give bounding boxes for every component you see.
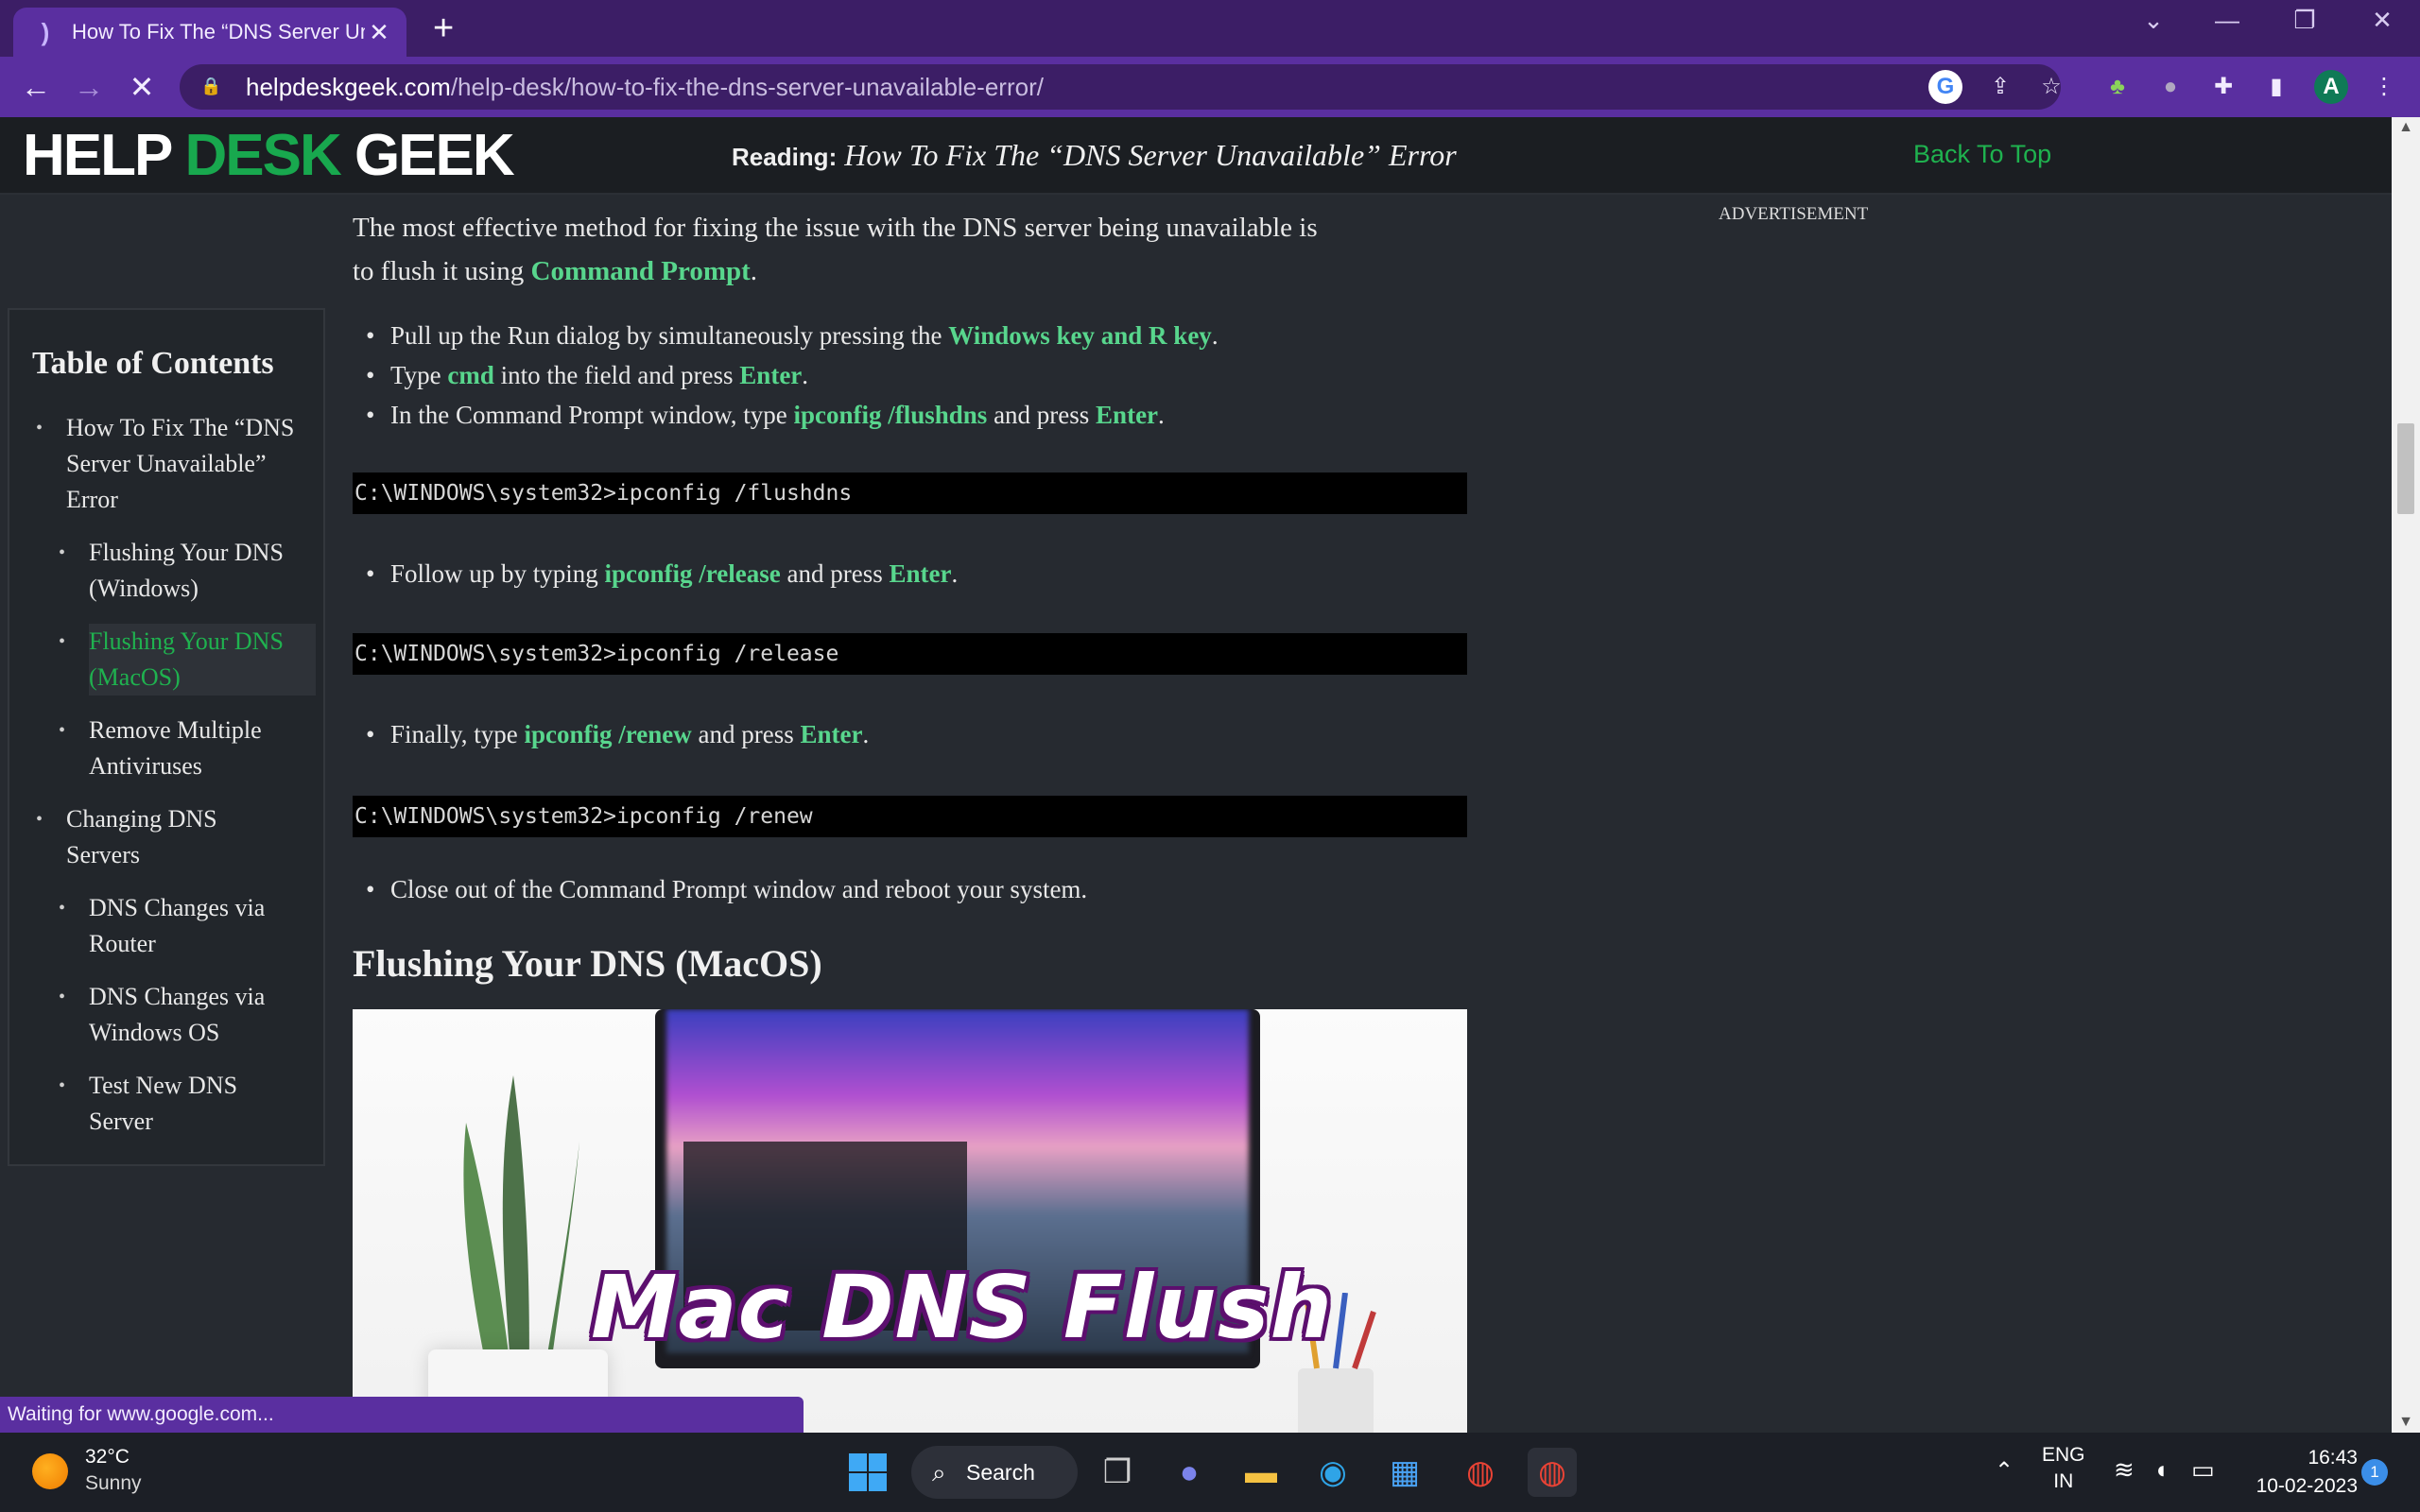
- battery-icon[interactable]: ▭: [2191, 1455, 2215, 1485]
- url-domain: helpdeskgeek.com: [246, 72, 451, 101]
- table-of-contents: Table of Contents • How To Fix The “DNS S…: [8, 308, 325, 1166]
- code-renew: C:\WINDOWS\system32>ipconfig /renew: [353, 796, 1467, 837]
- file-explorer-icon[interactable]: ▬: [1236, 1448, 1286, 1497]
- menu-kebab-icon[interactable]: ⋮: [2367, 70, 2401, 104]
- reading-label: Reading:: [732, 143, 838, 171]
- site-logo[interactable]: HELP DESK GEEK: [23, 125, 515, 187]
- taskbar: 32°C Sunny ⌕ Search ❐ ● ▬ ◉ ▦ ◍ ◍ ⌃ ENG IN…: [0, 1433, 2420, 1512]
- chrome-icon[interactable]: ◍: [1456, 1448, 1505, 1497]
- extensions-puzzle-icon[interactable]: ✚: [2206, 70, 2240, 104]
- site-header: HELP DESK GEEK Reading: How To Fix The “D…: [0, 117, 2392, 195]
- url-text[interactable]: helpdeskgeek.com/help-desk/how-to-fix-th…: [246, 73, 1044, 102]
- toc-item-dns-windows-os[interactable]: • DNS Changes via Windows OS: [59, 979, 316, 1051]
- minimize-button[interactable]: —: [2199, 6, 2256, 35]
- search-icon: ⌕: [932, 1458, 946, 1486]
- step-renew: Finally, type ipconfig /renew and press …: [366, 714, 1449, 754]
- toc-item-flush-windows[interactable]: • Flushing Your DNS (Windows): [59, 535, 316, 607]
- screen: ) How To Fix The “DNS Server Unav ✕ + ⌄ …: [0, 0, 2420, 1512]
- taskbar-search[interactable]: ⌕ Search: [911, 1446, 1078, 1499]
- new-tab-button[interactable]: +: [433, 9, 454, 47]
- toc-item-test-dns[interactable]: • Test New DNS Server: [59, 1068, 316, 1140]
- step-type-cmd: Type cmd into the field and press Enter.: [366, 355, 1449, 395]
- share-icon[interactable]: ⇪: [1983, 70, 2017, 104]
- tab-search-icon[interactable]: ⌄: [2125, 6, 2182, 35]
- address-bar[interactable]: 🔒 helpdeskgeek.com/help-desk/how-to-fix-…: [180, 64, 2061, 110]
- scroll-thumb[interactable]: [2397, 423, 2414, 514]
- wifi-icon[interactable]: ≋: [2114, 1455, 2135, 1485]
- profile-avatar[interactable]: A: [2314, 70, 2348, 104]
- url-path: /help-desk/how-to-fix-the-dns-server-una…: [450, 72, 1044, 101]
- code-flushdns: C:\WINDOWS\system32>ipconfig /flushdns: [353, 472, 1467, 514]
- reading-indicator: Reading: How To Fix The “DNS Server Unava…: [732, 138, 1457, 173]
- task-view-icon[interactable]: ❐: [1093, 1448, 1142, 1497]
- volume-icon[interactable]: ◖: [2153, 1455, 2169, 1485]
- page-content: Table of Contents • How To Fix The “DNS S…: [0, 195, 2392, 1433]
- reading-title: How To Fix The “DNS Server Unavailable” …: [844, 138, 1457, 172]
- section-heading: Flushing Your DNS (MacOS): [353, 942, 822, 985]
- close-window-button[interactable]: ✕: [2354, 6, 2411, 35]
- status-bubble: Waiting for www.google.com...: [0, 1397, 804, 1433]
- close-tab-icon[interactable]: ✕: [365, 18, 393, 47]
- start-button[interactable]: [843, 1448, 892, 1497]
- loading-icon: ): [41, 18, 50, 46]
- language-indicator[interactable]: ENG IN: [2042, 1442, 2085, 1495]
- tab-strip: ) How To Fix The “DNS Server Unav ✕ + ⌄ …: [0, 0, 2420, 57]
- tab-active[interactable]: ) How To Fix The “DNS Server Unav ✕: [13, 8, 406, 57]
- browser-toolbar: ← → ✕ 🔒 helpdeskgeek.com/help-desk/how-t…: [0, 57, 2420, 117]
- step-flushdns: In the Command Prompt window, type ipcon…: [366, 395, 1449, 435]
- microsoft-store-icon[interactable]: ▦: [1380, 1448, 1429, 1497]
- tab-title: How To Fix The “DNS Server Unav: [72, 20, 365, 43]
- scroll-up-arrow-icon[interactable]: ▲: [2392, 119, 2420, 136]
- back-to-top-link[interactable]: Back To Top: [1913, 140, 2051, 169]
- intro-paragraph: The most effective method for fixing the…: [353, 213, 1318, 286]
- toc-item-changing-dns[interactable]: • Changing DNS Servers: [36, 801, 312, 873]
- lock-icon[interactable]: 🔒: [200, 77, 221, 97]
- step-reboot: Close out of the Command Prompt window a…: [366, 869, 1449, 909]
- toc-title: Table of Contents: [32, 346, 274, 381]
- step-run-dialog: Pull up the Run dialog by simultaneously…: [366, 316, 1449, 355]
- side-panel-icon[interactable]: ▮: [2259, 70, 2293, 104]
- step-release: Follow up by typing ipconfig /release an…: [366, 554, 1449, 593]
- sun-icon[interactable]: [32, 1453, 68, 1489]
- command-prompt-link[interactable]: Command Prompt: [531, 256, 751, 286]
- advertisement-label: ADVERTISEMENT: [1719, 204, 1869, 224]
- bookmark-star-icon[interactable]: ☆: [2034, 70, 2068, 104]
- extension-tree-icon[interactable]: ♣: [2100, 70, 2135, 104]
- hero-caption: Mac DNS Flush: [591, 1257, 1333, 1358]
- code-release: C:\WINDOWS\system32>ipconfig /release: [353, 633, 1467, 675]
- scroll-down-arrow-icon[interactable]: ▼: [2392, 1414, 2420, 1431]
- mac-dns-flush-image: Mac DNS Flush: [353, 1009, 1467, 1433]
- google-lens-icon[interactable]: G: [1928, 70, 1962, 104]
- stop-loading-button[interactable]: ✕: [121, 66, 163, 108]
- edge-icon[interactable]: ◉: [1308, 1448, 1357, 1497]
- toc-item-flush-macos[interactable]: • Flushing Your DNS (MacOS): [59, 624, 316, 696]
- notification-badge[interactable]: 1: [2361, 1459, 2388, 1486]
- teams-chat-icon[interactable]: ●: [1165, 1448, 1214, 1497]
- forward-button[interactable]: →: [68, 66, 110, 108]
- back-button[interactable]: ←: [15, 66, 57, 108]
- toc-item-fix-dns[interactable]: • How To Fix The “DNS Server Unavailable”…: [36, 410, 312, 518]
- hidden-icons-chevron-icon[interactable]: ⌃: [1995, 1457, 2014, 1485]
- page-scrollbar[interactable]: ▲ ▼: [2392, 117, 2420, 1433]
- toc-item-dns-router[interactable]: • DNS Changes via Router: [59, 890, 316, 962]
- extension-bulb-icon[interactable]: ●: [2153, 70, 2187, 104]
- restore-button[interactable]: ❐: [2276, 6, 2333, 35]
- toc-item-remove-antiviruses[interactable]: • Remove Multiple Antiviruses: [59, 713, 316, 784]
- weather-condition[interactable]: Sunny: [85, 1472, 142, 1495]
- weather-temperature[interactable]: 32°C: [85, 1446, 130, 1469]
- chrome-profile-icon[interactable]: ◍: [1528, 1448, 1577, 1497]
- clock[interactable]: 16:43 10-02-2023: [2244, 1444, 2358, 1501]
